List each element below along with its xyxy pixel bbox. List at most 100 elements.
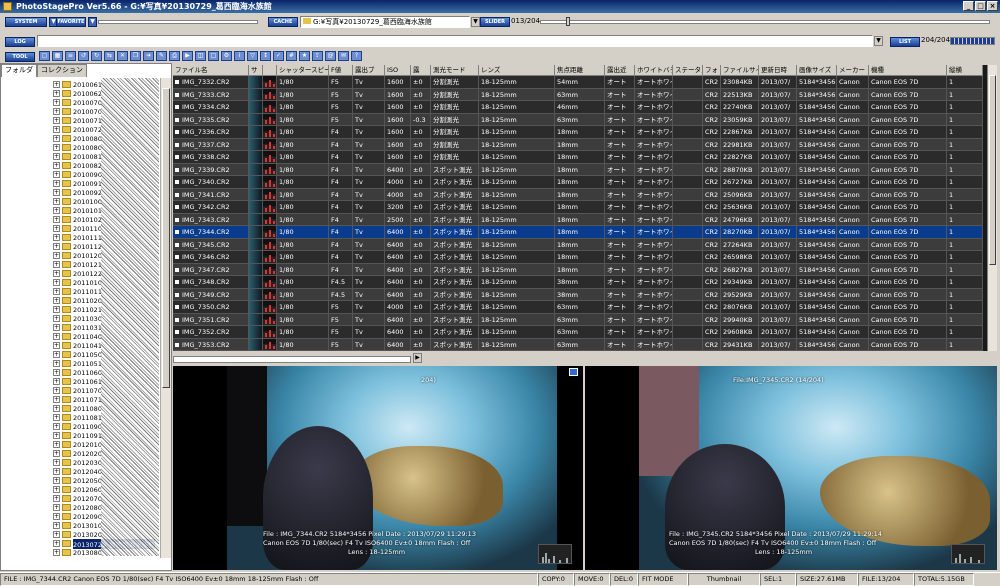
folder-tree-item[interactable]: +2011070 xyxy=(53,386,102,395)
folder-tree-item[interactable]: +2013010 xyxy=(53,521,102,530)
folder-tree-item[interactable]: +2011040 xyxy=(53,332,102,341)
slideshow-icon[interactable]: ▶ xyxy=(182,51,193,61)
tool-button[interactable]: TOOL xyxy=(5,52,35,62)
folder-tree-item[interactable]: +2010080 xyxy=(53,134,102,143)
expand-icon[interactable]: + xyxy=(53,81,60,88)
star-icon[interactable]: ★ xyxy=(299,51,310,61)
expand-icon[interactable]: + xyxy=(53,90,60,97)
expand-icon[interactable]: + xyxy=(53,459,60,466)
log-button[interactable]: LOG xyxy=(5,37,35,47)
expand-icon[interactable]: + xyxy=(53,288,60,295)
table-scroll-thumb[interactable] xyxy=(989,75,996,265)
folder-tree-item[interactable]: +2010120 xyxy=(53,251,102,260)
expand-icon[interactable]: + xyxy=(53,450,60,457)
expand-icon[interactable]: + xyxy=(53,198,60,205)
folder-tree-item[interactable]: +2010070 xyxy=(53,98,102,107)
table-row[interactable]: IMG_7349.CR2 1/80 F4.5 Tv 6400 ±0 スポット測光 18-125… xyxy=(173,288,983,301)
maximize-button[interactable]: □ xyxy=(975,1,986,11)
folder-tree-item[interactable]: +2011010 xyxy=(53,278,102,287)
column-header[interactable]: 露 xyxy=(411,65,431,76)
folder-tree-item[interactable]: +2011071 xyxy=(53,395,102,404)
table-row[interactable]: IMG_7333.CR2 1/80 F5 Tv 1600 ±0 分割測光 18-125mm 63… xyxy=(173,88,983,101)
folder-tree-item[interactable]: +2011011 xyxy=(53,287,102,296)
folder-tree-item[interactable]: +2011051 xyxy=(53,359,102,368)
cache-button[interactable]: CACHE xyxy=(268,17,298,27)
folder-tree-item[interactable]: +2012050 xyxy=(53,476,102,485)
folder-tree-item[interactable]: +2012080 xyxy=(53,503,102,512)
copy-icon[interactable]: ❐ xyxy=(130,51,141,61)
column-header[interactable]: ステータス xyxy=(673,65,703,76)
expand-icon[interactable]: + xyxy=(53,486,60,493)
expand-icon[interactable]: + xyxy=(53,306,60,313)
expand-icon[interactable]: + xyxy=(53,432,60,439)
folder-tree-item[interactable]: +2011020 xyxy=(53,296,102,305)
log-dropdown-icon[interactable]: ▼ xyxy=(874,36,883,46)
table-row[interactable]: IMG_7341.CR2 1/80 F4 Tv 4000 ±0 スポット測光 18-125mm… xyxy=(173,188,983,201)
folder-tree-item[interactable]: +2012090 xyxy=(53,512,102,521)
system-button[interactable]: SYSTEM xyxy=(5,17,47,27)
expand-icon[interactable]: + xyxy=(53,477,60,484)
expand-icon[interactable]: + xyxy=(53,279,60,286)
favorite-button[interactable]: FAVORITE xyxy=(56,17,86,27)
column-header[interactable]: 焦点距離 xyxy=(555,65,605,76)
close-button[interactable]: × xyxy=(987,1,998,11)
path-combobox[interactable]: G:¥写真¥20130729_葛西臨海水族館 xyxy=(300,16,470,28)
table-row[interactable]: IMG_7343.CR2 1/80 F4 Tv 2500 ±0 スポット測光 18-125mm… xyxy=(173,213,983,226)
expand-icon[interactable]: + xyxy=(53,405,60,412)
column-header[interactable]: レンズ xyxy=(479,65,555,76)
expand-icon[interactable]: + xyxy=(53,351,60,358)
tab-folder[interactable]: フォルダ xyxy=(1,64,37,77)
folder-tree-item[interactable]: +2013081 xyxy=(53,557,102,559)
folder-scroll-thumb[interactable] xyxy=(162,88,170,388)
column-header[interactable]: F値 xyxy=(329,65,353,76)
expand-icon[interactable]: + xyxy=(53,414,60,421)
expand-icon[interactable]: + xyxy=(53,171,60,178)
folder-tree-item[interactable]: +2011031 xyxy=(53,323,102,332)
table-hscroll[interactable] xyxy=(173,356,411,363)
expand-icon[interactable]: + xyxy=(53,468,60,475)
folder-tree-item[interactable]: +2010111 xyxy=(53,233,102,242)
column-header[interactable] xyxy=(263,65,277,76)
table-row[interactable]: IMG_7334.CR2 1/80 F5 Tv 1600 ±0 分割測光 18-125mm 46… xyxy=(173,101,983,114)
table-row[interactable]: IMG_7335.CR2 1/80 F5 Tv 1600 -0.3 分割測光 18-125mm… xyxy=(173,113,983,126)
expand-icon[interactable]: + xyxy=(53,117,60,124)
mark-icon[interactable]: ✓ xyxy=(273,51,284,61)
tag-icon[interactable]: # xyxy=(286,51,297,61)
expand-icon[interactable]: + xyxy=(53,504,60,511)
column-header[interactable]: 縦横 xyxy=(947,65,983,76)
image-slider-thumb[interactable] xyxy=(566,17,570,26)
column-header[interactable]: シャッタースピード xyxy=(277,65,329,76)
expand-icon[interactable]: + xyxy=(53,270,60,277)
expand-icon[interactable]: + xyxy=(53,315,60,322)
expand-icon[interactable]: + xyxy=(53,189,60,196)
column-header[interactable]: フォ xyxy=(703,65,721,76)
table-row[interactable]: IMG_7345.CR2 1/80 F4 Tv 6400 ±0 スポット測光 18-125mm… xyxy=(173,238,983,251)
settings-icon[interactable]: ⚙ xyxy=(221,51,232,61)
folder-tree-item[interactable]: +2010080 xyxy=(53,143,102,152)
expand-icon[interactable]: + xyxy=(53,126,60,133)
image-slider-track[interactable] xyxy=(540,20,990,24)
table-scrollbar[interactable] xyxy=(987,65,997,351)
rotate-left-icon[interactable]: ↺ xyxy=(78,51,89,61)
folder-tree-item[interactable]: +2012070 xyxy=(53,494,102,503)
folder-tree-item[interactable]: +2010112 xyxy=(53,242,102,251)
table-row[interactable]: IMG_7350.CR2 1/80 F5 Tv 4000 ±0 スポット測光 18-125mm… xyxy=(173,301,983,314)
folder-tree-item[interactable]: +2010062 xyxy=(53,89,102,98)
expand-icon[interactable]: + xyxy=(53,243,60,250)
table-row[interactable]: IMG_7352.CR2 1/80 F5 Tv 6400 ±0 スポット測光 18-125mm… xyxy=(173,326,983,339)
folder-tree-item[interactable]: +2012040 xyxy=(53,467,102,476)
expand-icon[interactable]: + xyxy=(53,261,60,268)
hscroll-right-icon[interactable]: ▶ xyxy=(413,353,422,363)
table-row[interactable]: IMG_7332.CR2 1/80 F5 Tv 1600 ±0 分割測光 18-125mm 54… xyxy=(173,76,983,89)
delete-icon[interactable]: ✕ xyxy=(117,51,128,61)
folder-tree-item[interactable]: +2013080 xyxy=(53,548,102,557)
preview-right[interactable]: File:IMG_7345.CR2 (14/204) File : IMG_73… xyxy=(585,366,997,570)
mail-icon[interactable]: ✉ xyxy=(338,51,349,61)
expand-icon[interactable]: + xyxy=(53,369,60,376)
list-icon[interactable]: ≡ xyxy=(65,51,76,61)
folder-tree-item[interactable]: +2010101 xyxy=(53,206,102,215)
column-header[interactable]: 機種 xyxy=(869,65,947,76)
folder-tree-item[interactable]: +2010121 xyxy=(53,260,102,269)
folder-tree-item[interactable]: +2011061 xyxy=(53,377,102,386)
folder-tree-item[interactable]: +2010082 xyxy=(53,161,102,170)
